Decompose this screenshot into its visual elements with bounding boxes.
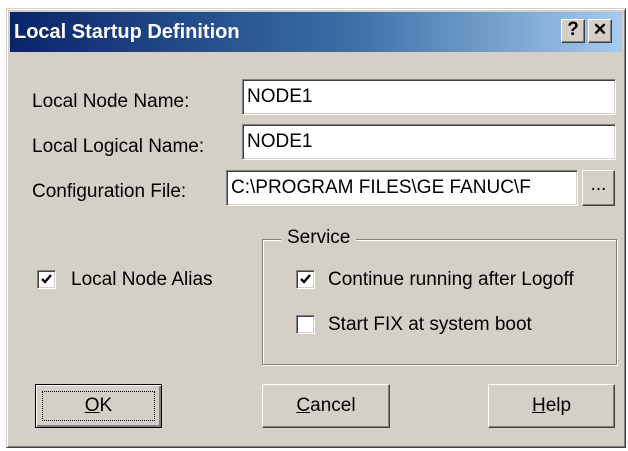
help-button-label: Help — [531, 395, 572, 416]
title-bar[interactable]: Local Startup Definition ? ✕ — [10, 12, 622, 52]
continue-running-label: Continue running after Logoff — [328, 269, 574, 290]
local-node-name-label: Local Node Name: — [32, 91, 190, 112]
service-group-title: Service — [281, 227, 357, 249]
local-startup-dialog: Local Startup Definition ? ✕ Local Node … — [6, 8, 626, 448]
local-logical-name-label: Local Logical Name: — [32, 136, 205, 157]
configuration-file-input[interactable] — [226, 170, 578, 206]
local-node-name-input[interactable] — [242, 79, 616, 115]
help-icon[interactable]: ? — [561, 19, 585, 43]
cancel-button[interactable]: Cancel — [262, 384, 390, 428]
ok-button-label: OK — [84, 395, 113, 416]
service-groupbox: Service — [262, 227, 617, 365]
local-node-alias-label: Local Node Alias — [71, 269, 213, 290]
browse-button[interactable]: ... — [582, 170, 615, 206]
ok-button[interactable]: OK — [35, 384, 162, 428]
close-icon[interactable]: ✕ — [588, 19, 612, 43]
browse-button-label: ... — [590, 173, 607, 195]
local-node-alias-checkbox-box[interactable] — [37, 270, 56, 289]
dialog-title: Local Startup Definition — [14, 21, 240, 43]
help-button[interactable]: Help — [488, 384, 615, 428]
cancel-button-label: Cancel — [296, 395, 356, 416]
checkmark-icon — [300, 274, 311, 284]
checkmark-icon — [41, 274, 52, 284]
local-logical-name-input[interactable] — [242, 124, 616, 160]
continue-running-checkbox-box[interactable] — [296, 270, 315, 289]
start-fix-label: Start FIX at system boot — [328, 314, 532, 335]
configuration-file-label: Configuration File: — [32, 181, 187, 202]
start-fix-checkbox-box[interactable] — [296, 315, 315, 334]
